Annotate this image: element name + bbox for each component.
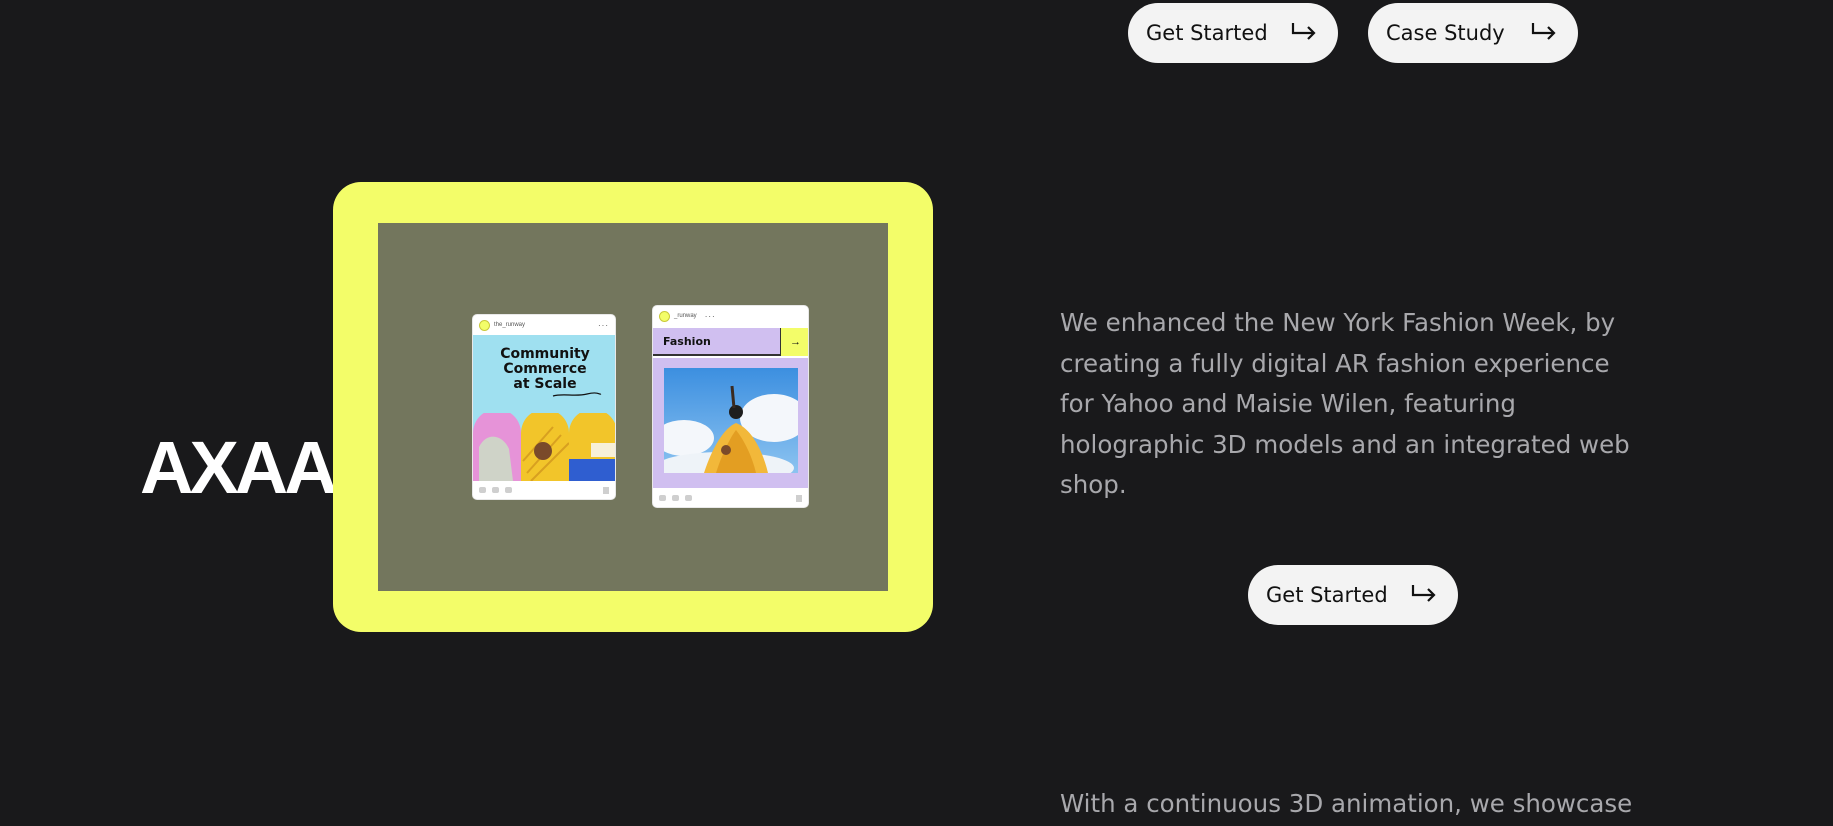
post-actions xyxy=(653,489,808,507)
brand-logo: AXAA xyxy=(140,426,338,509)
post-username: the_runway xyxy=(494,322,526,328)
post-image-wrapper xyxy=(653,358,808,488)
return-arrow-icon xyxy=(1411,585,1436,602)
showcase-stage: the_runway ··· Community Commerce at Sca… xyxy=(378,223,888,591)
post-artwork xyxy=(473,413,615,481)
more-icon: ··· xyxy=(598,320,609,330)
send-icon xyxy=(505,487,512,493)
send-icon xyxy=(685,495,692,501)
fashion-photo xyxy=(664,368,798,473)
more-icon: ··· xyxy=(704,311,716,321)
social-post-card-community: the_runway ··· Community Commerce at Sca… xyxy=(472,314,616,500)
scribble-underline-icon xyxy=(552,392,602,397)
project-description: We enhanced the New York Fashion Week, b… xyxy=(1060,308,1630,499)
post-image: Community Commerce at Scale xyxy=(473,335,615,481)
get-started-label: Get Started xyxy=(1146,21,1268,45)
heart-icon xyxy=(479,487,486,493)
next-paragraph: With a continuous 3D animation, we showc… xyxy=(1060,789,1633,818)
case-study-label: Case Study xyxy=(1386,21,1505,45)
post-header: _runway ··· xyxy=(653,306,808,326)
showcase-frame: the_runway ··· Community Commerce at Sca… xyxy=(333,182,933,632)
smiley-avatar-icon xyxy=(659,310,670,322)
post-actions xyxy=(473,481,615,499)
post-username: _runway xyxy=(674,313,697,319)
post-header: the_runway ··· xyxy=(473,315,615,335)
heart-icon xyxy=(659,495,666,501)
fashion-link-bar: Fashion → xyxy=(653,328,808,356)
get-started-label: Get Started xyxy=(1266,583,1388,607)
comment-icon xyxy=(672,495,679,501)
comment-icon xyxy=(492,487,499,493)
fashion-label: Fashion xyxy=(663,334,711,348)
case-study-button[interactable]: Case Study xyxy=(1368,3,1578,63)
return-arrow-icon xyxy=(1531,23,1556,40)
get-started-button[interactable]: Get Started xyxy=(1248,565,1458,625)
post-headline: Community Commerce at Scale xyxy=(500,346,590,392)
get-started-button-top[interactable]: Get Started xyxy=(1128,3,1338,63)
smiley-avatar-icon xyxy=(479,319,490,331)
page: Get Started Case Study AXAA the_runway ·… xyxy=(0,0,1833,826)
bookmark-icon xyxy=(796,494,802,502)
arrow-right-icon: → xyxy=(780,328,808,356)
social-post-card-fashion: _runway ··· Fashion → xyxy=(652,305,809,508)
return-arrow-icon xyxy=(1291,23,1316,40)
bookmark-icon xyxy=(603,486,609,494)
